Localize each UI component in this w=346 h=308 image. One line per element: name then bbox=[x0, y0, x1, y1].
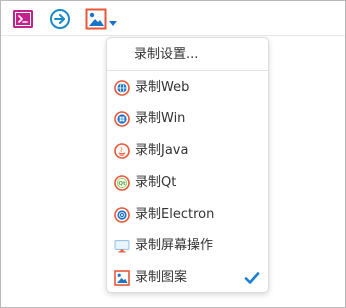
toolbar bbox=[1, 1, 345, 36]
record-image-item[interactable]: 录制图案 bbox=[107, 262, 268, 294]
menu-item-label: 录制屏幕操作 bbox=[135, 238, 214, 253]
record-settings-item[interactable]: 录制设置... bbox=[107, 38, 268, 71]
menu-item-label: 录制图案 bbox=[135, 270, 188, 285]
record-menu: 录制设置... 录制Web 录制Win 录制Java Qt 录制Qt 录制Ele… bbox=[106, 37, 269, 293]
svg-text:Qt: Qt bbox=[118, 181, 126, 187]
monitor-icon bbox=[114, 240, 130, 253]
menu-item-label: 录制Win bbox=[135, 111, 186, 126]
menu-item-label: 录制Qt bbox=[135, 175, 177, 190]
menu-divider bbox=[107, 70, 268, 71]
checkmark-icon bbox=[244, 272, 260, 284]
record-web-item[interactable]: 录制Web bbox=[107, 72, 268, 104]
arrow-right-circle-icon bbox=[50, 9, 70, 29]
record-java-item[interactable]: 录制Java bbox=[107, 135, 268, 167]
terminal-button[interactable] bbox=[12, 8, 34, 30]
electron-icon bbox=[114, 207, 130, 223]
image-icon bbox=[85, 8, 107, 30]
image-icon bbox=[114, 270, 130, 286]
windows-icon bbox=[114, 111, 130, 127]
menu-item-label: 录制Java bbox=[135, 143, 189, 158]
record-screen-item[interactable]: 录制屏幕操作 bbox=[107, 230, 268, 262]
navigate-button[interactable] bbox=[49, 8, 71, 30]
terminal-icon bbox=[13, 10, 33, 28]
record-electron-item[interactable]: 录制Electron bbox=[107, 199, 268, 231]
menu-item-label: 录制Electron bbox=[135, 207, 215, 222]
record-win-item[interactable]: 录制Win bbox=[107, 103, 268, 135]
globe-icon bbox=[114, 80, 130, 96]
record-image-button[interactable] bbox=[85, 8, 107, 30]
record-qt-item[interactable]: Qt 录制Qt bbox=[107, 167, 268, 199]
java-icon bbox=[114, 143, 130, 159]
record-dropdown-toggle[interactable] bbox=[109, 21, 117, 26]
qt-icon: Qt bbox=[114, 175, 130, 191]
menu-item-label: 录制Web bbox=[135, 80, 190, 95]
